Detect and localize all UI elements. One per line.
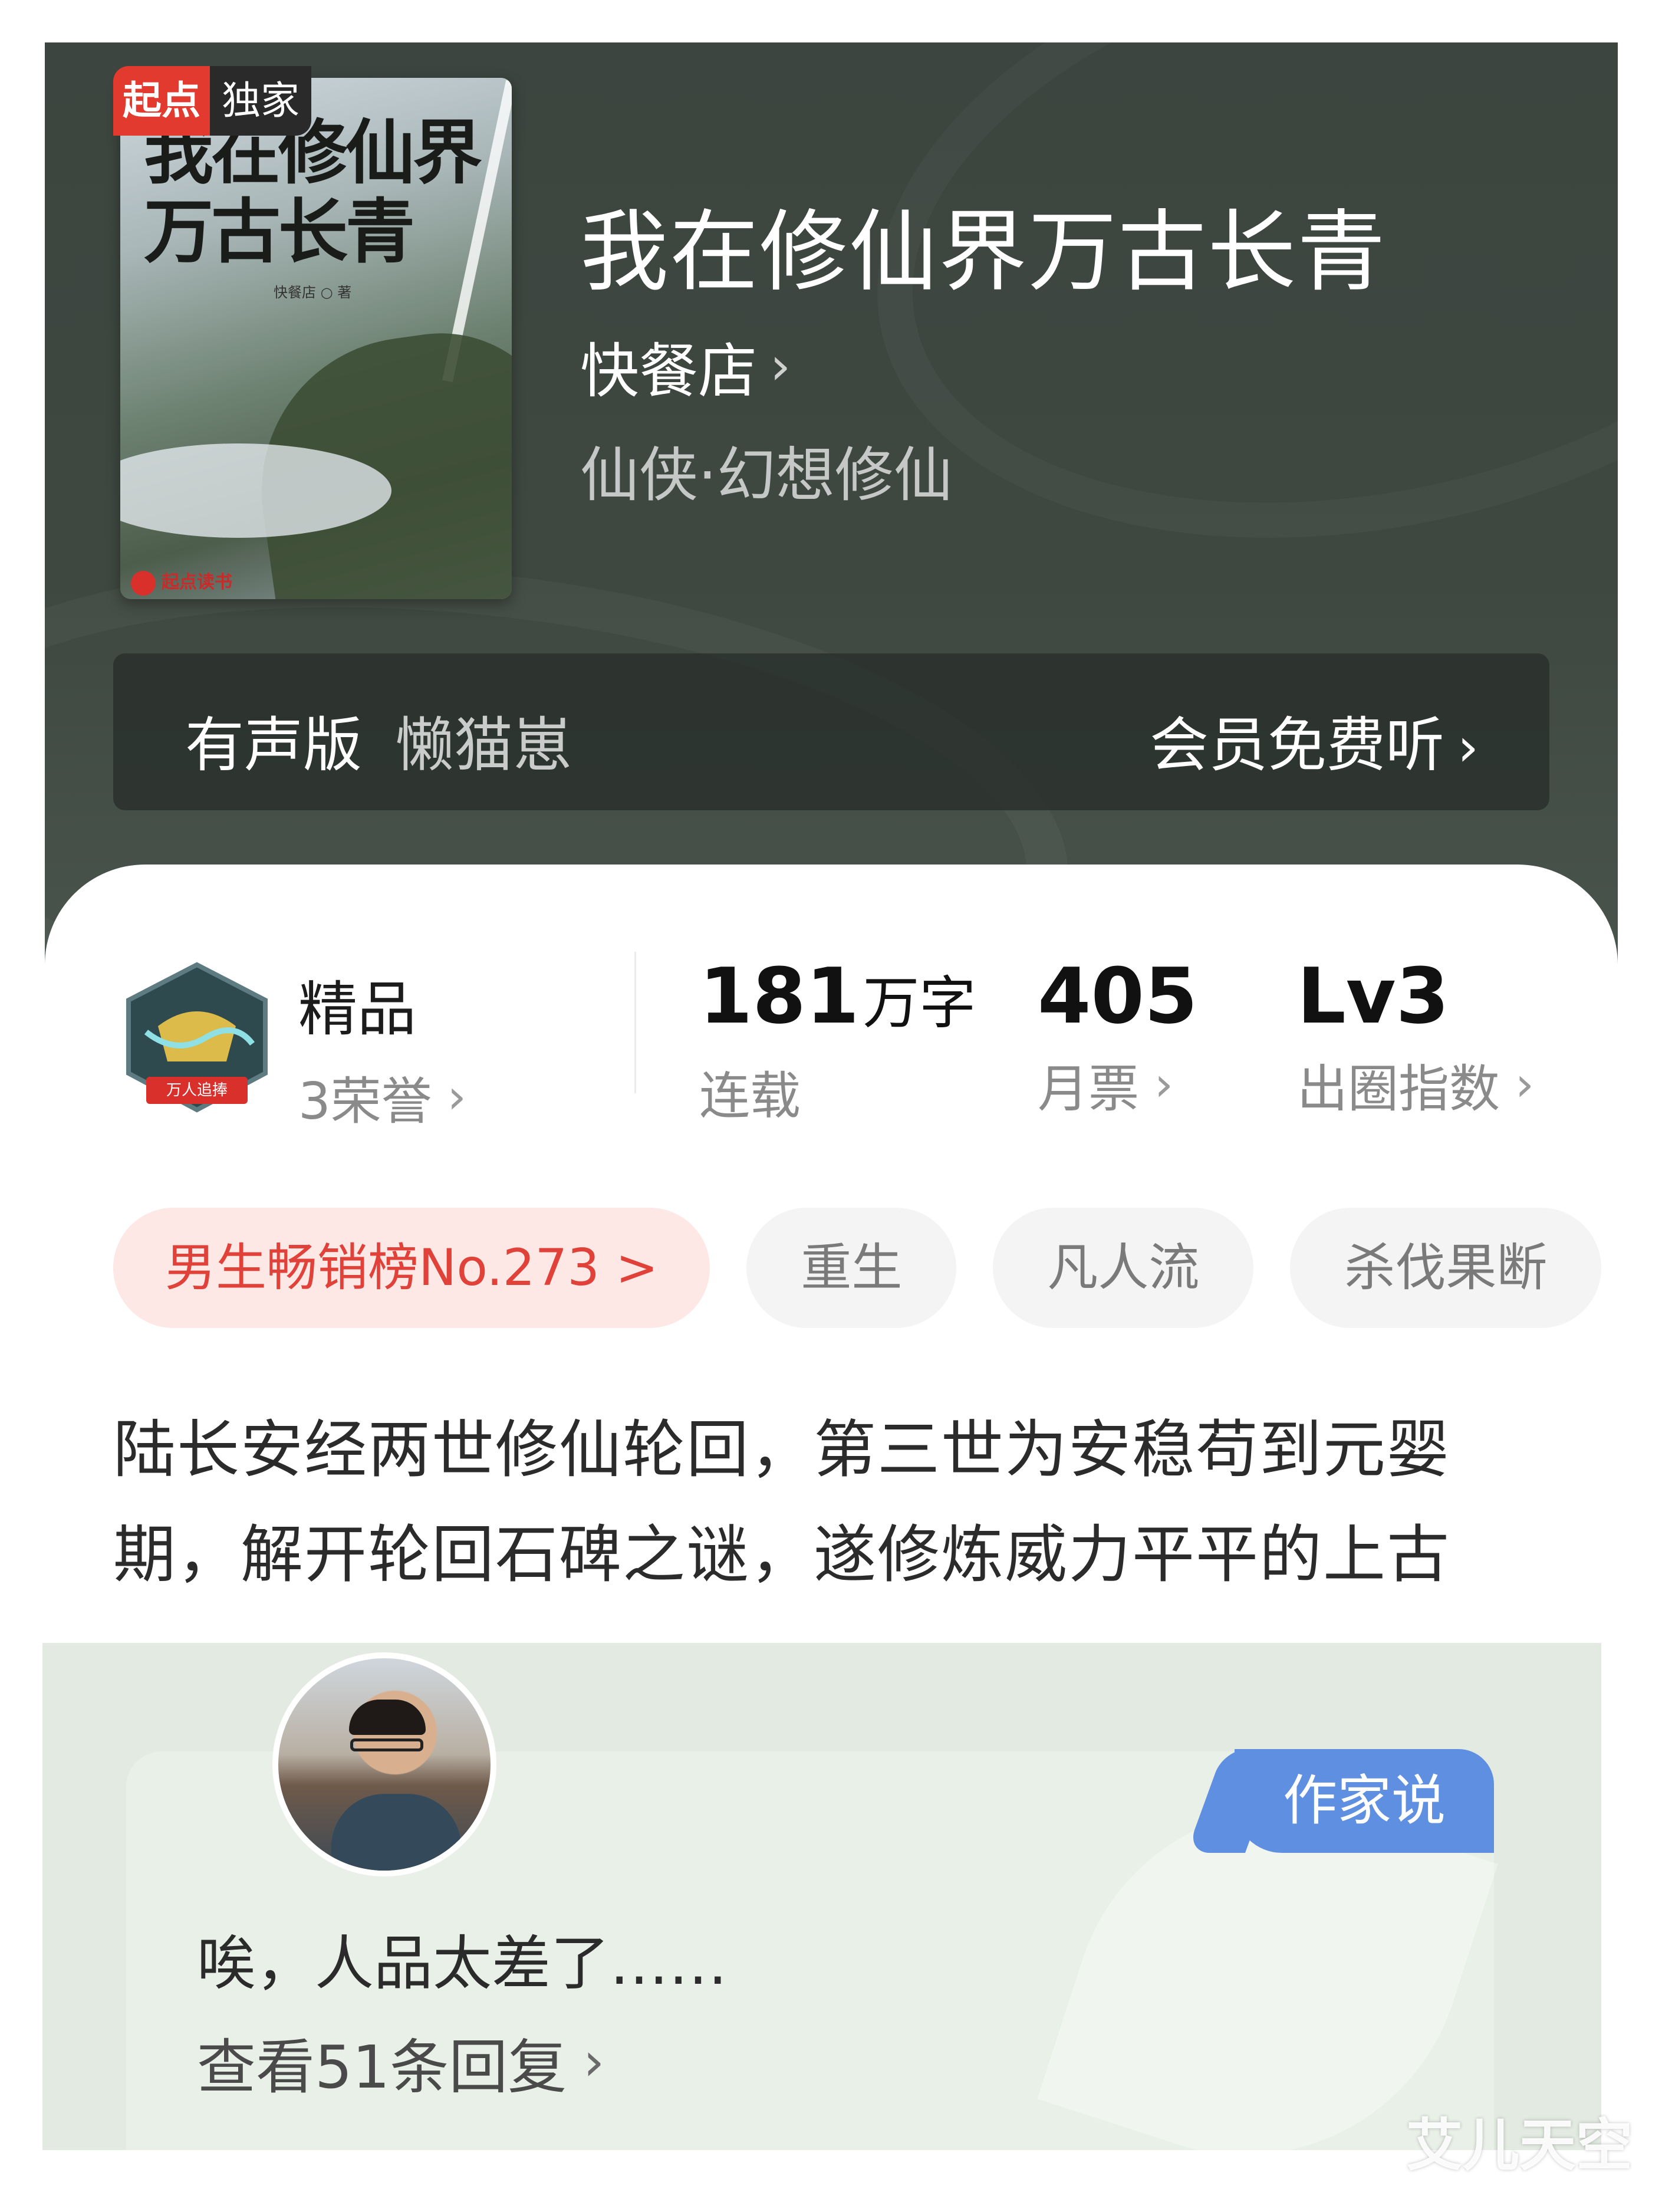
header-pattern: [819, 42, 1618, 625]
author-link[interactable]: 快餐店 ›: [580, 323, 791, 409]
book-title: 我在修仙界万古长青: [580, 201, 1387, 304]
description-line: 陆长安经两世修仙轮回，第三世为安稳苟到元婴: [113, 1414, 1450, 1486]
badge-brand: 起点: [113, 66, 210, 136]
quality-label: 精品: [298, 975, 416, 1044]
audiobook-label: 有声版: [185, 711, 362, 780]
member-listen-label: 会员免费听: [1150, 711, 1444, 780]
author-avatar[interactable]: [272, 1652, 496, 1876]
description-line: 期，解开轮回石碑之谜，遂修炼威力平平的上古: [113, 1519, 1450, 1591]
badge-label: 独家: [210, 66, 311, 136]
word-count-unit: 万字: [863, 970, 976, 1036]
chevron-right-icon: ›: [1515, 1057, 1534, 1112]
author-says-tag: 作家说: [1235, 1749, 1494, 1853]
tag-item[interactable]: 杀伐果断: [1290, 1208, 1602, 1328]
popularity-level: Lv3: [1297, 951, 1450, 1041]
avatar-glasses: [350, 1738, 423, 1751]
audiobook-info: 有声版 懒猫崽: [185, 697, 572, 783]
popularity-stat[interactable]: Lv3 出圈指数 ›: [1297, 952, 1534, 1121]
cover-title: 我在修仙界 万古长青: [144, 113, 498, 271]
book-description[interactable]: 陆长安经两世修仙轮回，第三世为安稳苟到元婴 期，解开轮回石碑之谜，遂修炼威力平平…: [113, 1398, 1516, 1608]
honors-link[interactable]: 3荣誉 ›: [298, 1060, 466, 1133]
view-replies-label: 查看51条回复: [197, 2033, 567, 2102]
serial-status: 连载: [699, 1067, 801, 1126]
brand-logo-icon: [131, 570, 156, 596]
chevron-right-icon: ›: [1457, 716, 1479, 778]
tag-item[interactable]: 凡人流: [993, 1208, 1254, 1328]
chevron-right-icon: ›: [770, 336, 791, 396]
stats-divider: [634, 952, 636, 1093]
exclusive-badge: 起点 独家: [113, 66, 311, 136]
avatar-hair: [349, 1700, 426, 1735]
word-count: 181万字: [699, 952, 976, 1047]
view-replies-link[interactable]: 查看51条回复 ›: [197, 2019, 604, 2105]
book-cover[interactable]: 我在修仙界 万古长青 快餐店 ○ 著 起点读书: [120, 78, 512, 599]
audiobook-narrator: 懒猫崽: [395, 711, 572, 780]
book-detail-screen: 我在修仙界 万古长青 快餐店 ○ 著 起点读书 起点 独家 我在修仙界万古长青 …: [0, 0, 1662, 2212]
author-says-text: 唉，人品太差了……: [197, 1929, 728, 1998]
cover-title-line2: 万古长青: [144, 190, 415, 272]
avatar-shirt: [331, 1794, 461, 1871]
audiobook-bar[interactable]: 有声版 懒猫崽 会员免费听 ›: [113, 653, 1549, 810]
monthly-ticket-label: 月票: [1038, 1060, 1139, 1119]
word-count-stat: 181万字 连载: [699, 952, 976, 1128]
cover-brand: 起点读书: [131, 567, 232, 596]
watermark: 艾儿天空: [1406, 2112, 1633, 2178]
quality-medal-icon[interactable]: 万人追捧: [123, 961, 271, 1120]
chevron-right-icon: ›: [447, 1069, 466, 1124]
chevron-right-icon: ›: [1154, 1057, 1173, 1112]
bestseller-rank-tag[interactable]: 男生畅销榜No.273 >: [113, 1208, 710, 1328]
monthly-ticket-value: 405: [1038, 951, 1198, 1041]
word-count-value: 181: [699, 951, 860, 1041]
quality-stat[interactable]: 精品 3荣誉 ›: [298, 961, 466, 1133]
honors-count: 3荣誉: [298, 1072, 432, 1131]
member-listen-button[interactable]: 会员免费听 ›: [1150, 697, 1479, 783]
author-name: 快餐店: [580, 337, 757, 406]
chevron-right-icon: ›: [583, 2031, 605, 2093]
medal-text: 万人追捧: [166, 1082, 228, 1099]
monthly-ticket-stat[interactable]: 405 月票 ›: [1038, 952, 1197, 1121]
tag-item[interactable]: 重生: [746, 1208, 957, 1328]
cover-brand-text: 起点读书: [162, 572, 232, 593]
genre-label[interactable]: 仙侠·幻想修仙: [580, 427, 953, 512]
popularity-label: 出圈指数: [1297, 1060, 1500, 1119]
cover-author: 快餐店 ○ 著: [274, 284, 352, 301]
tag-list: 男生畅销榜No.273 > 重生 凡人流 杀伐果断: [113, 1208, 1638, 1328]
